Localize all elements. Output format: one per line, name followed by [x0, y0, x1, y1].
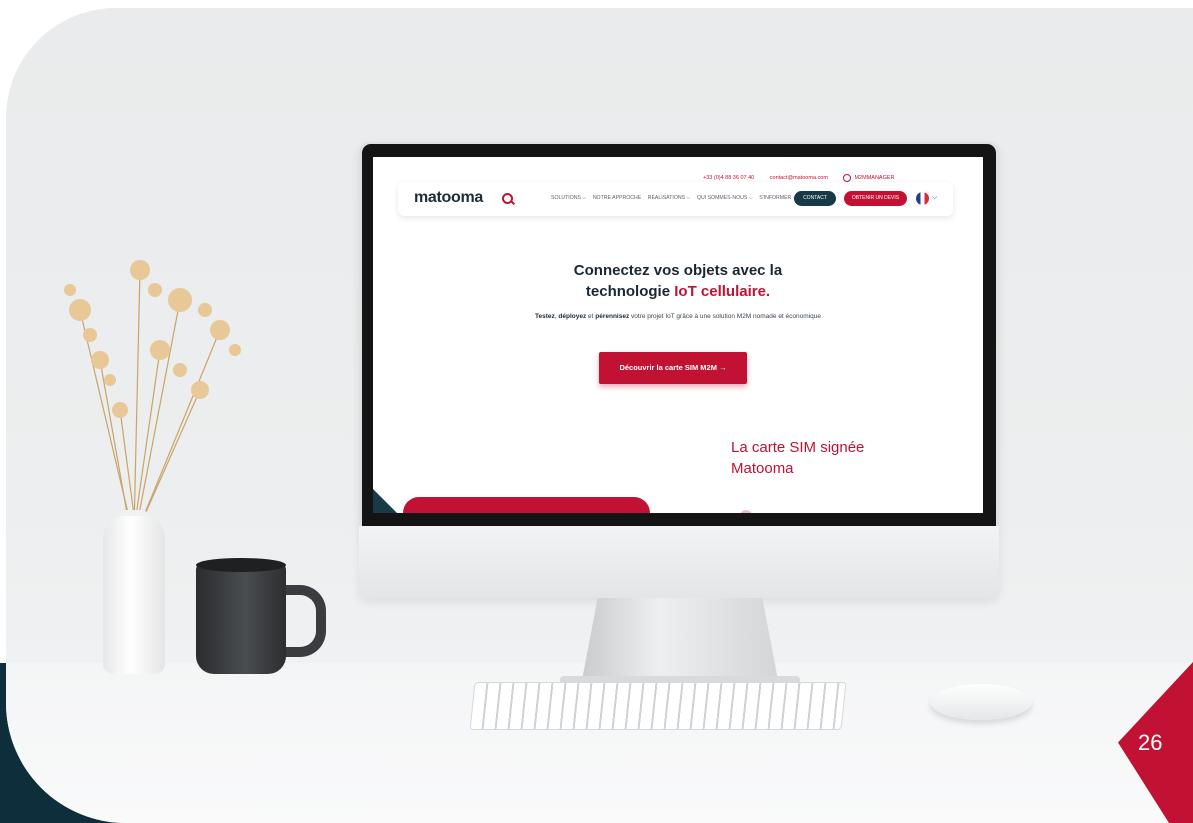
- hero-sep2: et: [586, 313, 596, 320]
- white-vase: [103, 516, 165, 674]
- hero-bold-testez: Testez: [535, 313, 555, 320]
- hero-title-accent: IoT cellulaire.: [674, 283, 771, 300]
- hero-title: Connectez vos objets avec la technologie…: [493, 260, 863, 302]
- monitor-chin: [359, 526, 999, 598]
- chevron-down-icon[interactable]: ⌵: [932, 193, 937, 202]
- quote-button[interactable]: OBTENIR UN DEVIS: [844, 191, 907, 206]
- nav-links: SOLUTIONS ⌵ NOTRE APPROCHE RÉALISATIONS …: [551, 195, 802, 202]
- phone-link[interactable]: +33 (0)4 88 36 07 40: [703, 175, 754, 181]
- nav-qui-sommes-nous[interactable]: QUI SOMMES-NOUS ⌵: [697, 195, 753, 201]
- hero-title-prefix: technologie: [585, 283, 675, 300]
- mouse: [930, 684, 1032, 720]
- keyboard: [469, 682, 847, 730]
- account-label: M2MMANAGER: [854, 175, 895, 182]
- site-navbar: matooma SOLUTIONS ⌵ NOTRE APPROCHE RÉALI…: [398, 182, 953, 216]
- french-flag-icon[interactable]: [916, 192, 929, 205]
- red-card: [403, 497, 650, 513]
- black-mug: [196, 562, 286, 674]
- user-icon: [843, 174, 852, 182]
- hero-subtitle-rest: votre projet IoT grâce à une solution M2…: [629, 313, 821, 320]
- nav-solutions[interactable]: SOLUTIONS ⌵: [551, 195, 586, 201]
- dried-flowers: [64, 260, 241, 531]
- hero-subtitle: Testez, déployez et pérennisez votre pro…: [503, 311, 853, 323]
- search-icon[interactable]: [502, 193, 513, 204]
- hero-title-line2: technologie IoT cellulaire.: [493, 281, 863, 302]
- nav-sinformer[interactable]: S'INFORMER ⌵: [759, 195, 797, 201]
- monitor-screen: +33 (0)4 88 36 07 40 contact@matooma.com…: [373, 157, 983, 513]
- pink-dot-decoration: [740, 510, 752, 513]
- email-link[interactable]: contact@matooma.com: [770, 175, 828, 181]
- nav-notre-approche[interactable]: NOTRE APPROCHE: [593, 195, 641, 201]
- photo-scene: +33 (0)4 88 36 07 40 contact@matooma.com…: [0, 0, 1193, 823]
- discover-sim-button[interactable]: Découvrir la carte SIM M2M →: [599, 352, 747, 384]
- site-topbar: +33 (0)4 88 36 07 40 contact@matooma.com…: [703, 174, 923, 182]
- section-title: La carte SIM signée Matooma: [731, 439, 865, 477]
- contact-button[interactable]: CONTACT: [794, 191, 836, 206]
- monitor-stand: [582, 598, 778, 680]
- account-link[interactable]: M2MMANAGER: [843, 174, 908, 182]
- matooma-logo[interactable]: matooma: [414, 189, 483, 207]
- page-number: 26: [1138, 730, 1163, 755]
- mug-rim: [196, 558, 286, 572]
- nav-realisations[interactable]: RÉALISATIONS ⌵: [648, 195, 691, 201]
- dark-triangle-decoration: [373, 489, 397, 513]
- hero-bold-perennisez: pérennisez: [595, 313, 630, 320]
- hero-bold-deployez: déployez: [558, 313, 587, 320]
- hero-title-line1: Connectez vos objets avec la: [573, 262, 783, 279]
